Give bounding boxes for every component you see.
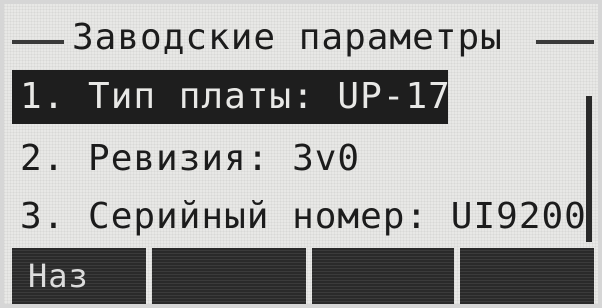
softkey-back[interactable]: Наз — [12, 248, 146, 304]
softkey-4[interactable] — [460, 248, 594, 304]
softkey-bar: Наз — [4, 248, 598, 304]
menu-item-revision[interactable]: 2. Ревизия: 3v0 — [12, 132, 584, 186]
softkey-2[interactable] — [152, 248, 306, 304]
menu-item-serial-number[interactable]: 3. Серийный номер: UI92001 — [12, 190, 584, 244]
lcd-screen: Заводские параметры 1. Тип платы: UP-17P… — [4, 4, 598, 304]
softkey-3[interactable] — [312, 248, 454, 304]
title-bar: Заводские параметры — [4, 14, 598, 64]
title-rule-left — [12, 40, 64, 44]
menu-item-board-type[interactable]: 1. Тип платы: UP-17P — [12, 70, 448, 124]
screen-title: Заводские параметры — [72, 17, 503, 58]
title-rule-right — [536, 40, 594, 44]
scrollbar[interactable] — [586, 96, 592, 242]
